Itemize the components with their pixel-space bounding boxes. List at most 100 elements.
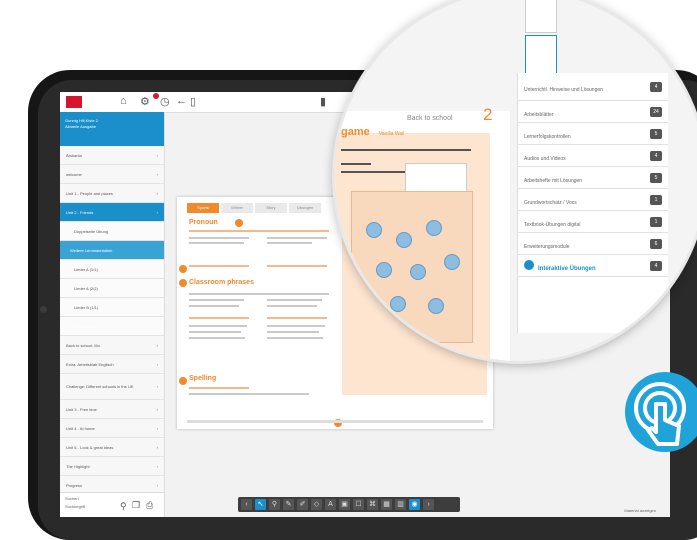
print-icon[interactable]: ⎙: [146, 500, 153, 511]
sidebar-item[interactable]: The Highlight ›: [60, 457, 164, 476]
tab-words[interactable]: Wörter: [221, 203, 253, 213]
home-icon[interactable]: ⌂: [120, 95, 127, 107]
sidebar-item[interactable]: Weitere Lernmaterialien: [60, 241, 164, 260]
text-line: [341, 171, 411, 173]
sidebar-item-label: The Highlight: [66, 463, 90, 469]
hotspot-icon[interactable]: [179, 279, 187, 287]
sidebar-item[interactable]: Ärskanta ›: [60, 146, 164, 165]
heading-sub: Vanilla Wail: [378, 131, 405, 137]
hotspot-icon[interactable]: [235, 219, 243, 227]
material-item[interactable]: Interaktive Übungen 4: [518, 255, 668, 277]
notification-badge: [153, 93, 159, 99]
pen-tool-button[interactable]: ✎: [283, 499, 294, 510]
note-tool-button[interactable]: ☐: [353, 499, 364, 510]
text-line: [189, 337, 245, 339]
bookmark-icon[interactable]: ▯: [190, 95, 196, 108]
board-node: [410, 264, 426, 280]
hotspot-icon[interactable]: [179, 265, 187, 273]
sidebar-item[interactable]: Lieder Spiel: [60, 317, 164, 336]
material-item[interactable]: Grundwortschatz / Vocs 1: [518, 189, 668, 211]
material-item[interactable]: Textbook-Übungen digital 1: [518, 211, 668, 233]
page-thumbnail[interactable]: [525, 0, 557, 33]
material-item[interactable]: Unterrichtl. Hinweise und Lösungen 4: [518, 73, 668, 101]
text-tool-button[interactable]: A: [325, 499, 336, 510]
sidebar-item[interactable]: Lieder A (1/1): [60, 260, 164, 279]
material-item[interactable]: Audios und Videos 4: [518, 145, 668, 167]
sidebar-item-label: Unit 5 - Look & great ideas: [66, 444, 114, 450]
text-line: [189, 331, 241, 333]
sidebar-item[interactable]: Unit 4 - At home ›: [60, 419, 164, 438]
text-line: [267, 265, 327, 267]
zoom-tool-button[interactable]: ⚲: [269, 499, 280, 510]
material-item[interactable]: Lernerfolgskontrollen 5: [518, 123, 668, 145]
pointer-tool-button[interactable]: ↖: [255, 499, 266, 510]
board-node: [444, 254, 460, 270]
next-page-button[interactable]: ›: [423, 499, 434, 510]
chevron-right-icon: ›: [156, 463, 158, 469]
touch-interaction-icon: [625, 372, 697, 452]
chevron-right-icon: ›: [156, 152, 158, 158]
tab-sports[interactable]: Sports: [187, 203, 219, 213]
sidebar-item[interactable]: Unit 5 - Look & great ideas ›: [60, 438, 164, 457]
sidebar-item[interactable]: welcome ›: [60, 165, 164, 184]
material-item-label: Arbeitshefte mit Lösungen: [524, 177, 583, 184]
sidebar-item[interactable]: Lieder A (2/2): [60, 279, 164, 298]
settings-icon[interactable]: ⚙: [140, 95, 150, 108]
layout-tool-button[interactable]: ▥: [395, 499, 406, 510]
sidebar-item[interactable]: Unit 1 - People and places ›: [60, 184, 164, 203]
sidebar-item[interactable]: Back to school: Mo ›: [60, 336, 164, 355]
material-item-text: Erweiterungsmodule: [524, 235, 570, 253]
page-marker-icon[interactable]: ▮: [320, 95, 326, 108]
material-item-text: Lernerfolgskontrollen: [524, 125, 571, 143]
material-item[interactable]: Arbeitsblätter 24: [518, 101, 668, 123]
grid-tool-button[interactable]: ▦: [381, 499, 392, 510]
sidebar-item-label: Lieder A (2/2): [74, 285, 98, 291]
material-label[interactable]: Material anzeigen: [624, 508, 656, 513]
material-item-label: Unterrichtl. Hinweise und Lösungen: [524, 86, 603, 93]
sidebar-item[interactable]: Doppelseite Übung: [60, 222, 164, 241]
board-node: [396, 232, 412, 248]
sidebar-header[interactable]: Gunnig Hill Kiste 2 Aktuelle Ausgabe: [60, 112, 164, 146]
sidebar-item[interactable]: Unit 2 - Friends ›: [60, 203, 164, 222]
page-number: 2: [483, 105, 493, 124]
search-icon[interactable]: ⚲: [120, 501, 127, 512]
copy-icon[interactable]: ❐: [132, 500, 140, 511]
link-tool-button[interactable]: ⌘: [367, 499, 378, 510]
image-tool-button[interactable]: ▣: [339, 499, 350, 510]
sidebar-item[interactable]: Lieder B (1/1): [60, 298, 164, 317]
material-item[interactable]: Erweiterungsmodule 6: [518, 233, 668, 255]
sidebar-item[interactable]: Extra: Arbeitsblatt Englisch ›: [60, 355, 164, 374]
sidebar-item-label: Unit 2 - Friends: [66, 209, 94, 215]
text-line: [189, 299, 244, 301]
sidebar-item[interactable]: Challenge: Different schools in the UK ›: [60, 374, 164, 400]
text-line: [189, 237, 249, 239]
material-item[interactable]: Arbeitshefte mit Lösungen 5: [518, 167, 668, 189]
board-node: [390, 296, 406, 312]
sidebar-item-label: Unit 4 - At home: [66, 425, 95, 431]
material-item-label: Grundwortschatz / Vocs: [524, 199, 577, 206]
page-thumbnail[interactable]: [525, 35, 557, 75]
text-line: [267, 305, 317, 307]
back-arrow-icon[interactable]: ←: [176, 95, 187, 107]
hotspot-icon[interactable]: [179, 377, 187, 385]
material-count-badge: 1: [650, 216, 662, 227]
view-toggle-button[interactable]: ◉: [409, 499, 420, 510]
board-node: [428, 298, 444, 314]
marker-tool-button[interactable]: ✐: [297, 499, 308, 510]
clock-icon[interactable]: ◷: [160, 95, 170, 108]
tab-exercises[interactable]: Übungen: [289, 203, 321, 213]
material-item-text: Grundwortschatz / Vocs: [524, 191, 577, 209]
sidebar-item-label: Unit 1 - People and places: [66, 190, 113, 196]
sidebar-item-label: Ärskanta: [66, 152, 82, 158]
chevron-right-icon: ›: [156, 444, 158, 450]
material-count-badge: 6: [650, 238, 662, 249]
bottom-toolbar: ‹ ↖ ⚲ ✎ ✐ ◇ A ▣ ☐ ⌘ ▦ ▥ ◉ ›: [238, 497, 460, 512]
board-node: [376, 262, 392, 278]
tab-story[interactable]: Story: [255, 203, 287, 213]
sidebar-item[interactable]: Unit 3 - Free time ›: [60, 400, 164, 419]
prev-page-button[interactable]: ‹: [241, 499, 252, 510]
chevron-right-icon: ›: [156, 482, 158, 488]
sidebar-list: Ärskanta › welcome › Unit 1 - People and pla…: [60, 146, 164, 495]
eraser-tool-button[interactable]: ◇: [311, 499, 322, 510]
sidebar-item-label: Progress: [66, 482, 83, 488]
